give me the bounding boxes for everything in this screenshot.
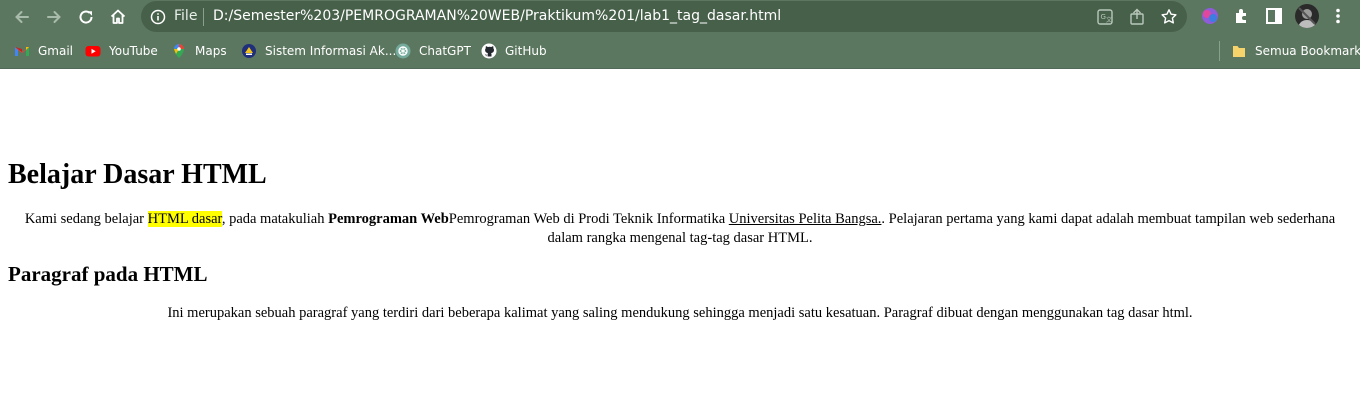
bookmark-maps[interactable]: Maps: [171, 42, 227, 60]
bold-course-name: Pemrograman Web: [328, 211, 449, 227]
back-button[interactable]: [10, 5, 34, 29]
university-link[interactable]: Universitas Pelita Bangsa.: [729, 211, 882, 227]
section-heading: Paragraf pada HTML: [8, 262, 208, 286]
home-button[interactable]: [106, 5, 130, 29]
home-icon: [110, 9, 126, 24]
gmail-icon: [14, 43, 30, 59]
bookmarks-bar: Gmail YouTube Maps Sistem Informasi Ak..…: [0, 33, 1360, 69]
bookmark-sistem-informasi[interactable]: Sistem Informasi Ak...: [241, 42, 396, 60]
chatgpt-icon: [395, 43, 411, 59]
arrow-left-icon: [15, 11, 29, 23]
extension-colorful-icon[interactable]: [1200, 6, 1220, 26]
page-title: Belajar Dasar HTML: [8, 159, 267, 190]
translate-icon[interactable]: G文: [1096, 8, 1114, 26]
folder-icon: [1231, 43, 1247, 59]
scheme-label: File: [174, 8, 198, 24]
bookmark-youtube[interactable]: YouTube: [85, 42, 158, 60]
body-paragraph: Ini merupakan sebuah paragraf yang terdi…: [167, 305, 1193, 321]
bookmark-github[interactable]: GitHub: [481, 42, 547, 60]
omnibox-divider: [203, 8, 204, 26]
bookmark-label: GitHub: [505, 44, 547, 58]
url-text[interactable]: D:/Semester%203/PEMROGRAMAN%20WEB/Prakti…: [213, 8, 781, 24]
bookmark-gmail[interactable]: Gmail: [14, 42, 73, 60]
browser-toolbar: File D:/Semester%203/PEMROGRAMAN%20WEB/P…: [0, 0, 1360, 33]
arrow-right-icon: [47, 11, 61, 23]
extensions-puzzle-icon[interactable]: [1232, 6, 1252, 26]
intro-text-2: , pada matakuliah: [221, 211, 329, 227]
intro-text-3: Pemrograman Web di Prodi Teknik Informat…: [448, 211, 729, 227]
forward-button[interactable]: [42, 5, 66, 29]
bookmark-label: Gmail: [38, 44, 74, 58]
reload-button[interactable]: [74, 5, 98, 29]
intro-paragraph: Kami sedang belajar HTML dasar, pada mat…: [8, 210, 1352, 248]
svg-text:文: 文: [1106, 16, 1112, 24]
bookmark-label: Sistem Informasi Ak...: [265, 44, 397, 58]
bookmark-label: Maps: [195, 44, 227, 58]
bookmark-chatgpt[interactable]: ChatGPT: [395, 42, 471, 60]
address-bar[interactable]: File D:/Semester%203/PEMROGRAMAN%20WEB/P…: [141, 1, 1187, 32]
menu-kebab-icon[interactable]: [1328, 6, 1348, 26]
maps-icon: [171, 43, 187, 59]
star-icon[interactable]: [1160, 8, 1178, 26]
youtube-icon: [85, 43, 101, 59]
all-bookmarks-label: Semua Bookmark: [1255, 44, 1360, 58]
bookmarks-divider: [1219, 41, 1220, 61]
info-icon[interactable]: [150, 9, 166, 25]
share-icon[interactable]: [1128, 8, 1146, 26]
all-bookmarks-button[interactable]: Semua Bookmark: [1231, 42, 1360, 60]
highlight-text: HTML dasar: [147, 211, 222, 227]
bookmark-label: YouTube: [109, 44, 158, 58]
intro-text-1: Kami sedang belajar: [24, 211, 148, 227]
side-panel-icon[interactable]: [1264, 6, 1284, 26]
campus-icon: [241, 43, 257, 59]
reload-icon: [79, 10, 93, 24]
profile-photo-icon: [1298, 7, 1316, 28]
avatar[interactable]: [1295, 4, 1319, 28]
github-icon: [481, 43, 497, 59]
bookmark-label: ChatGPT: [419, 44, 471, 58]
